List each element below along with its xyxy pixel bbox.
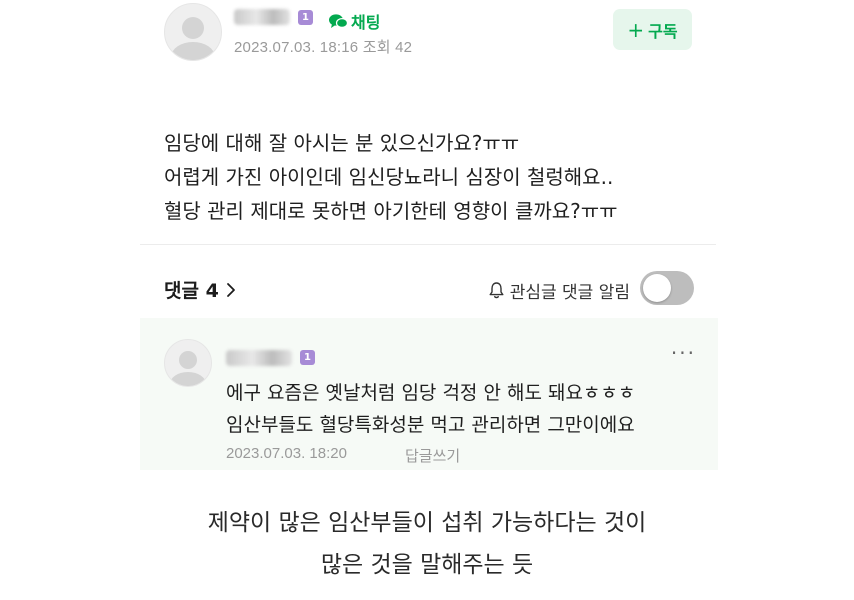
- subscribe-button[interactable]: + 구독: [613, 9, 692, 50]
- plus-icon: +: [627, 17, 645, 42]
- post-body-line: 어렵게 가진 아이인데 임신당뇨라니 심장이 철렁해요..: [164, 165, 614, 189]
- commenter-avatar[interactable]: [164, 339, 212, 387]
- chat-link[interactable]: 채팅: [328, 9, 380, 33]
- comment-text: 에구 요즘은 옛날처럼 임당 걱정 안 해도 돼요ㅎㅎㅎ 임산부들도 혈당특화성…: [226, 377, 635, 441]
- comments-count-label: 댓글 4: [164, 280, 219, 302]
- post-views: 조회 42: [362, 39, 413, 56]
- section-divider: [140, 244, 716, 245]
- toggle-knob: [643, 274, 671, 302]
- reply-button[interactable]: 답글쓰기: [405, 445, 460, 466]
- post-body: 임당에 대해 잘 아시는 분 있으신가요?ㅠㅠ 어렵게 가진 아이인데 임신당뇨…: [164, 126, 618, 228]
- comment-date: 2023.07.03. 18:20: [226, 445, 347, 462]
- comment-notify: 관심글 댓글 알림: [488, 278, 630, 303]
- post-meta: 2023.07.03. 18:16 조회 42: [234, 36, 412, 57]
- chat-label: 채팅: [351, 13, 381, 32]
- caption-line: 제약이 많은 임산부들이 섭취 가능하다는 것이: [207, 510, 647, 536]
- bell-icon: [489, 282, 504, 299]
- comment-line: 에구 요즘은 옛날처럼 임당 걱정 안 해도 돼요ㅎㅎㅎ: [226, 382, 636, 404]
- avatar-head-shape: [179, 351, 197, 369]
- subscribe-label: 구독: [648, 21, 678, 41]
- post-body-line: 혈당 관리 제대로 못하면 아기한테 영향이 클까요?ㅠㅠ: [164, 199, 618, 223]
- chat-bubble-icon: [329, 13, 348, 28]
- commenter-nickname-blurred[interactable]: [226, 350, 292, 366]
- more-options-icon[interactable]: ···: [671, 343, 696, 363]
- notify-label: 관심글 댓글 알림: [509, 283, 630, 303]
- avatar-head-shape: [182, 17, 204, 39]
- caption-line: 많은 것을 말해주는 듯: [320, 552, 534, 578]
- comment-item: 1 ··· 에구 요즘은 옛날처럼 임당 걱정 안 해도 돼요ㅎㅎㅎ 임산부들도…: [140, 318, 718, 470]
- chevron-right-icon: [226, 282, 235, 297]
- notify-toggle[interactable]: [640, 271, 694, 305]
- author-nickname-blurred[interactable]: [234, 9, 290, 25]
- comment-line: 임산부들도 혈당특화성분 먹고 관리하면 그만이에요: [226, 414, 635, 436]
- post-date: 2023.07.03. 18:16: [234, 39, 359, 56]
- avatar-body-shape: [171, 42, 215, 60]
- author-level-badge: 1: [298, 10, 313, 25]
- post-header: 1 채팅 2023.07.03. 18:16 조회 42 + 구독: [164, 0, 704, 70]
- avatar-body-shape: [170, 372, 206, 386]
- comments-title-link[interactable]: 댓글 4: [164, 276, 237, 303]
- comments-bar: 댓글 4 관심글 댓글 알림: [164, 270, 694, 306]
- commenter-level-badge: 1: [300, 350, 315, 365]
- caption: 제약이 많은 임산부들이 섭취 가능하다는 것이 많은 것을 말해주는 듯: [0, 502, 854, 586]
- author-avatar[interactable]: [164, 3, 222, 61]
- post-body-line: 임당에 대해 잘 아시는 분 있으신가요?ㅠㅠ: [164, 131, 520, 155]
